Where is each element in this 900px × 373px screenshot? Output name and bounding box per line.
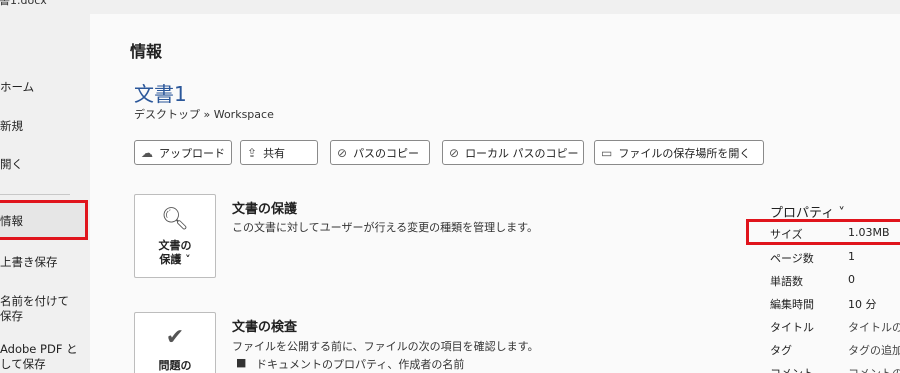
backstage-nav: 文書1.docx ホーム 新規 開く 情報 上書き保存 名前を付けて保存 Ado… [0,0,90,373]
property-key: コメント [770,365,814,373]
property-row-pages: ページ数 1 [770,250,900,270]
property-value: 10 分 [848,298,877,311]
nav-item-new[interactable]: 新規 [0,119,88,134]
property-key: ページ数 [770,252,814,265]
copy-path-label: パスのコピー [353,146,420,160]
nav-item-open[interactable]: 開く [0,157,88,172]
inspect-bullet-marker: ■ [236,356,247,369]
nav-item-save-as-adobe-pdf[interactable]: Adobe PDF として保存 [0,342,80,372]
inspect-bullet-item: ドキュメントのプロパティ、作成者の名前 [256,358,465,371]
add-tag-field[interactable]: タグの追加 [848,342,900,358]
property-row-editing-time: 編集時間 10 分 [770,296,900,316]
property-value: 1.03MB [848,226,890,239]
property-key: 編集時間 [770,298,814,311]
upload-label: アップロード [159,146,225,160]
share-label: 共有 [263,146,286,160]
nav-item-save[interactable]: 上書き保存 [0,255,88,270]
copy-path-button[interactable]: ⊘ パスのコピー [330,140,430,165]
property-key: サイズ [770,228,803,241]
folder-icon: ▭ [601,145,613,160]
open-file-location-button[interactable]: ▭ ファイルの保存場所を開く [594,140,764,165]
add-comment-field[interactable]: コメントの追加 [848,365,900,373]
inspect-section-description: ファイルを公開する前に、ファイルの次の項目を確認します。 [232,340,539,353]
nav-separator [0,194,70,195]
property-value: 1 [848,250,855,263]
cloud-upload-icon: ☁ [141,145,153,160]
protect-tile-label-2: 保護 ˅ [159,253,191,266]
open-file-location-label: ファイルの保存場所を開く [618,146,751,160]
nav-item-save-as[interactable]: 名前を付けて保存 [0,294,80,324]
property-value: 0 [848,273,855,286]
inspect-section-title: 文書の検査 [232,320,298,335]
link-icon: ⊘ [337,145,348,160]
document-path: デスクトップ » Workspace [134,108,274,121]
protect-tile-label-1: 文書の [158,239,192,252]
nav-item-info[interactable]: 情報 [0,214,88,229]
share-icon: ⇪ [247,145,258,160]
protect-document-button[interactable]: 🔍︎ 文書の 保護 ˅ [134,194,216,278]
lock-icon: 🔍︎ [161,207,189,232]
property-row-tags: タグ タグの追加 [770,342,900,362]
window-title: 文書1.docx [0,0,47,7]
share-button[interactable]: ⇪ 共有 [240,140,318,165]
inspect-tile-label-1: 問題の [158,359,192,372]
copy-local-path-button[interactable]: ⊘ ローカル パスのコピー [442,140,584,165]
page-title: 情報 [130,42,163,61]
check-for-issues-button[interactable]: ✔ 問題の [134,312,216,373]
copy-local-path-label: ローカル パスのコピー [465,146,579,160]
property-row-words: 単語数 0 [770,273,900,293]
add-title-field[interactable]: タイトルの追加 [848,319,900,335]
property-key: 単語数 [770,275,803,288]
upload-button[interactable]: ☁ アップロード [134,140,232,165]
property-key: タイトル [770,321,814,334]
nav-item-home[interactable]: ホーム [0,80,88,95]
protect-section-title: 文書の保護 [232,202,298,217]
protect-section-description: この文書に対してユーザーが行える変更の種類を管理します。 [232,221,539,234]
document-title: 文書1 [134,82,187,106]
info-page: 情報 文書1 デスクトップ » Workspace ☁ アップロード ⇪ 共有 … [90,14,900,373]
property-row-size: サイズ 1.03MB [770,226,900,246]
property-key: タグ [770,344,792,357]
document-check-icon: ✔ [165,325,185,350]
property-row-title: タイトル タイトルの追加 [770,319,900,339]
link-icon: ⊘ [449,145,460,160]
property-row-comments: コメント コメントの追加 [770,365,900,373]
